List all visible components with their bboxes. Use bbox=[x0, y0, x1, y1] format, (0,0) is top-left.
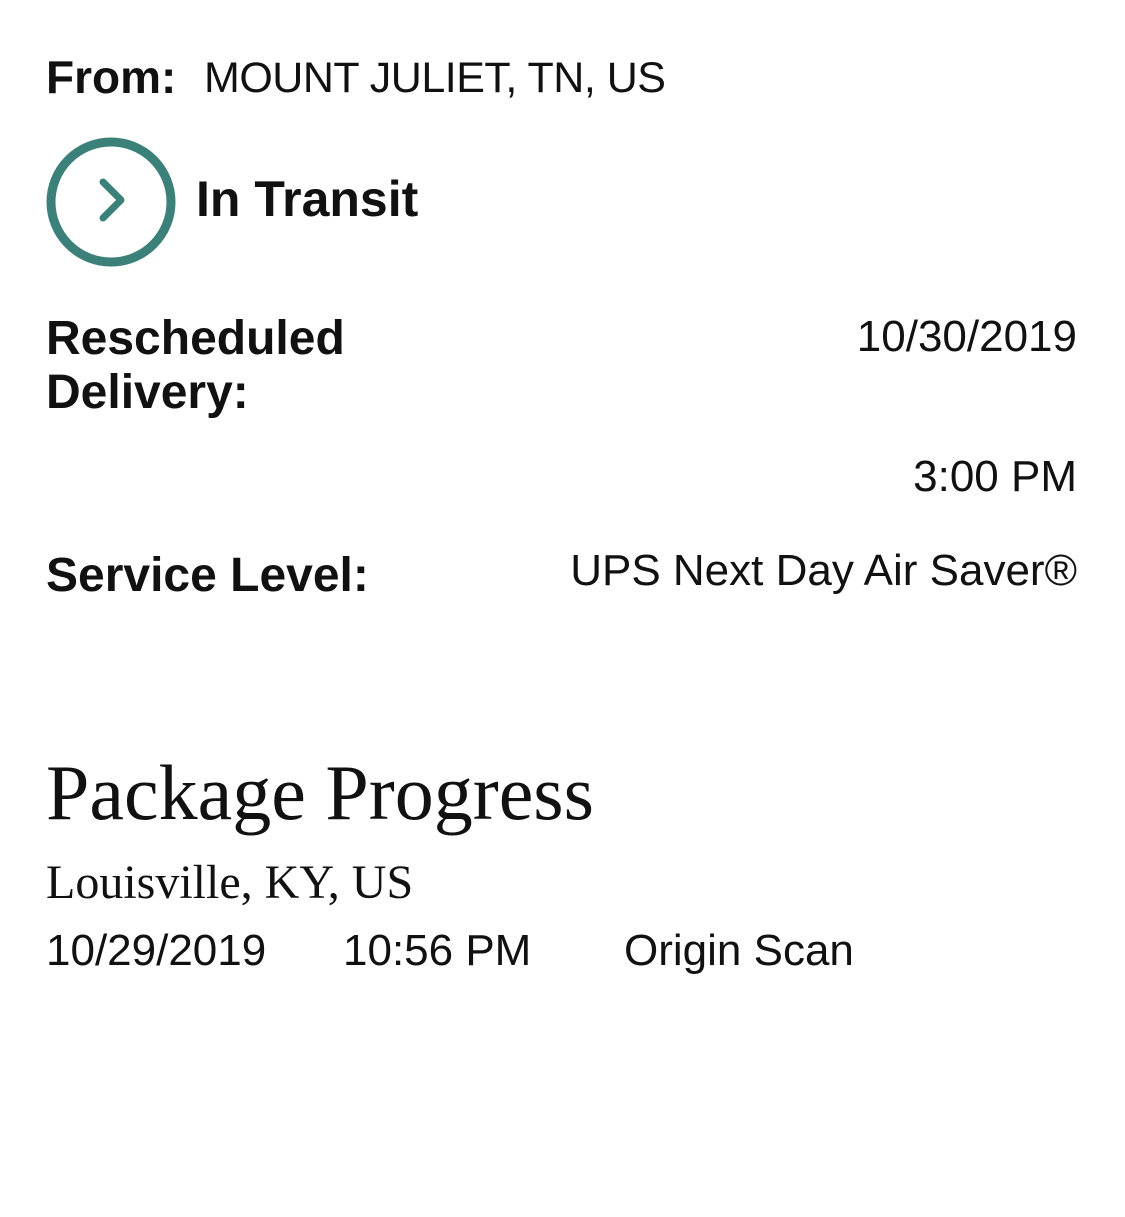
event-activity: Origin Scan bbox=[624, 926, 854, 975]
chevron-right-circle-icon bbox=[45, 136, 177, 268]
from-value: MOUNT JULIET, TN, US bbox=[204, 54, 666, 102]
service-level-value: UPS Next Day Air Saver® bbox=[570, 546, 1077, 595]
event-date: 10/29/2019 bbox=[46, 926, 267, 975]
rescheduled-delivery-time: 3:00 PM bbox=[913, 452, 1077, 501]
status-text: In Transit bbox=[196, 171, 419, 227]
service-level-label: Service Level: bbox=[46, 549, 369, 602]
rescheduled-delivery-date: 10/30/2019 bbox=[856, 312, 1077, 361]
event-location: Louisville, KY, US bbox=[46, 856, 414, 909]
rescheduled-delivery-label: Rescheduled Delivery: bbox=[46, 312, 345, 419]
package-progress-title: Package Progress bbox=[46, 749, 595, 836]
from-label: From: bbox=[46, 51, 177, 103]
event-time: 10:56 PM bbox=[343, 926, 532, 975]
